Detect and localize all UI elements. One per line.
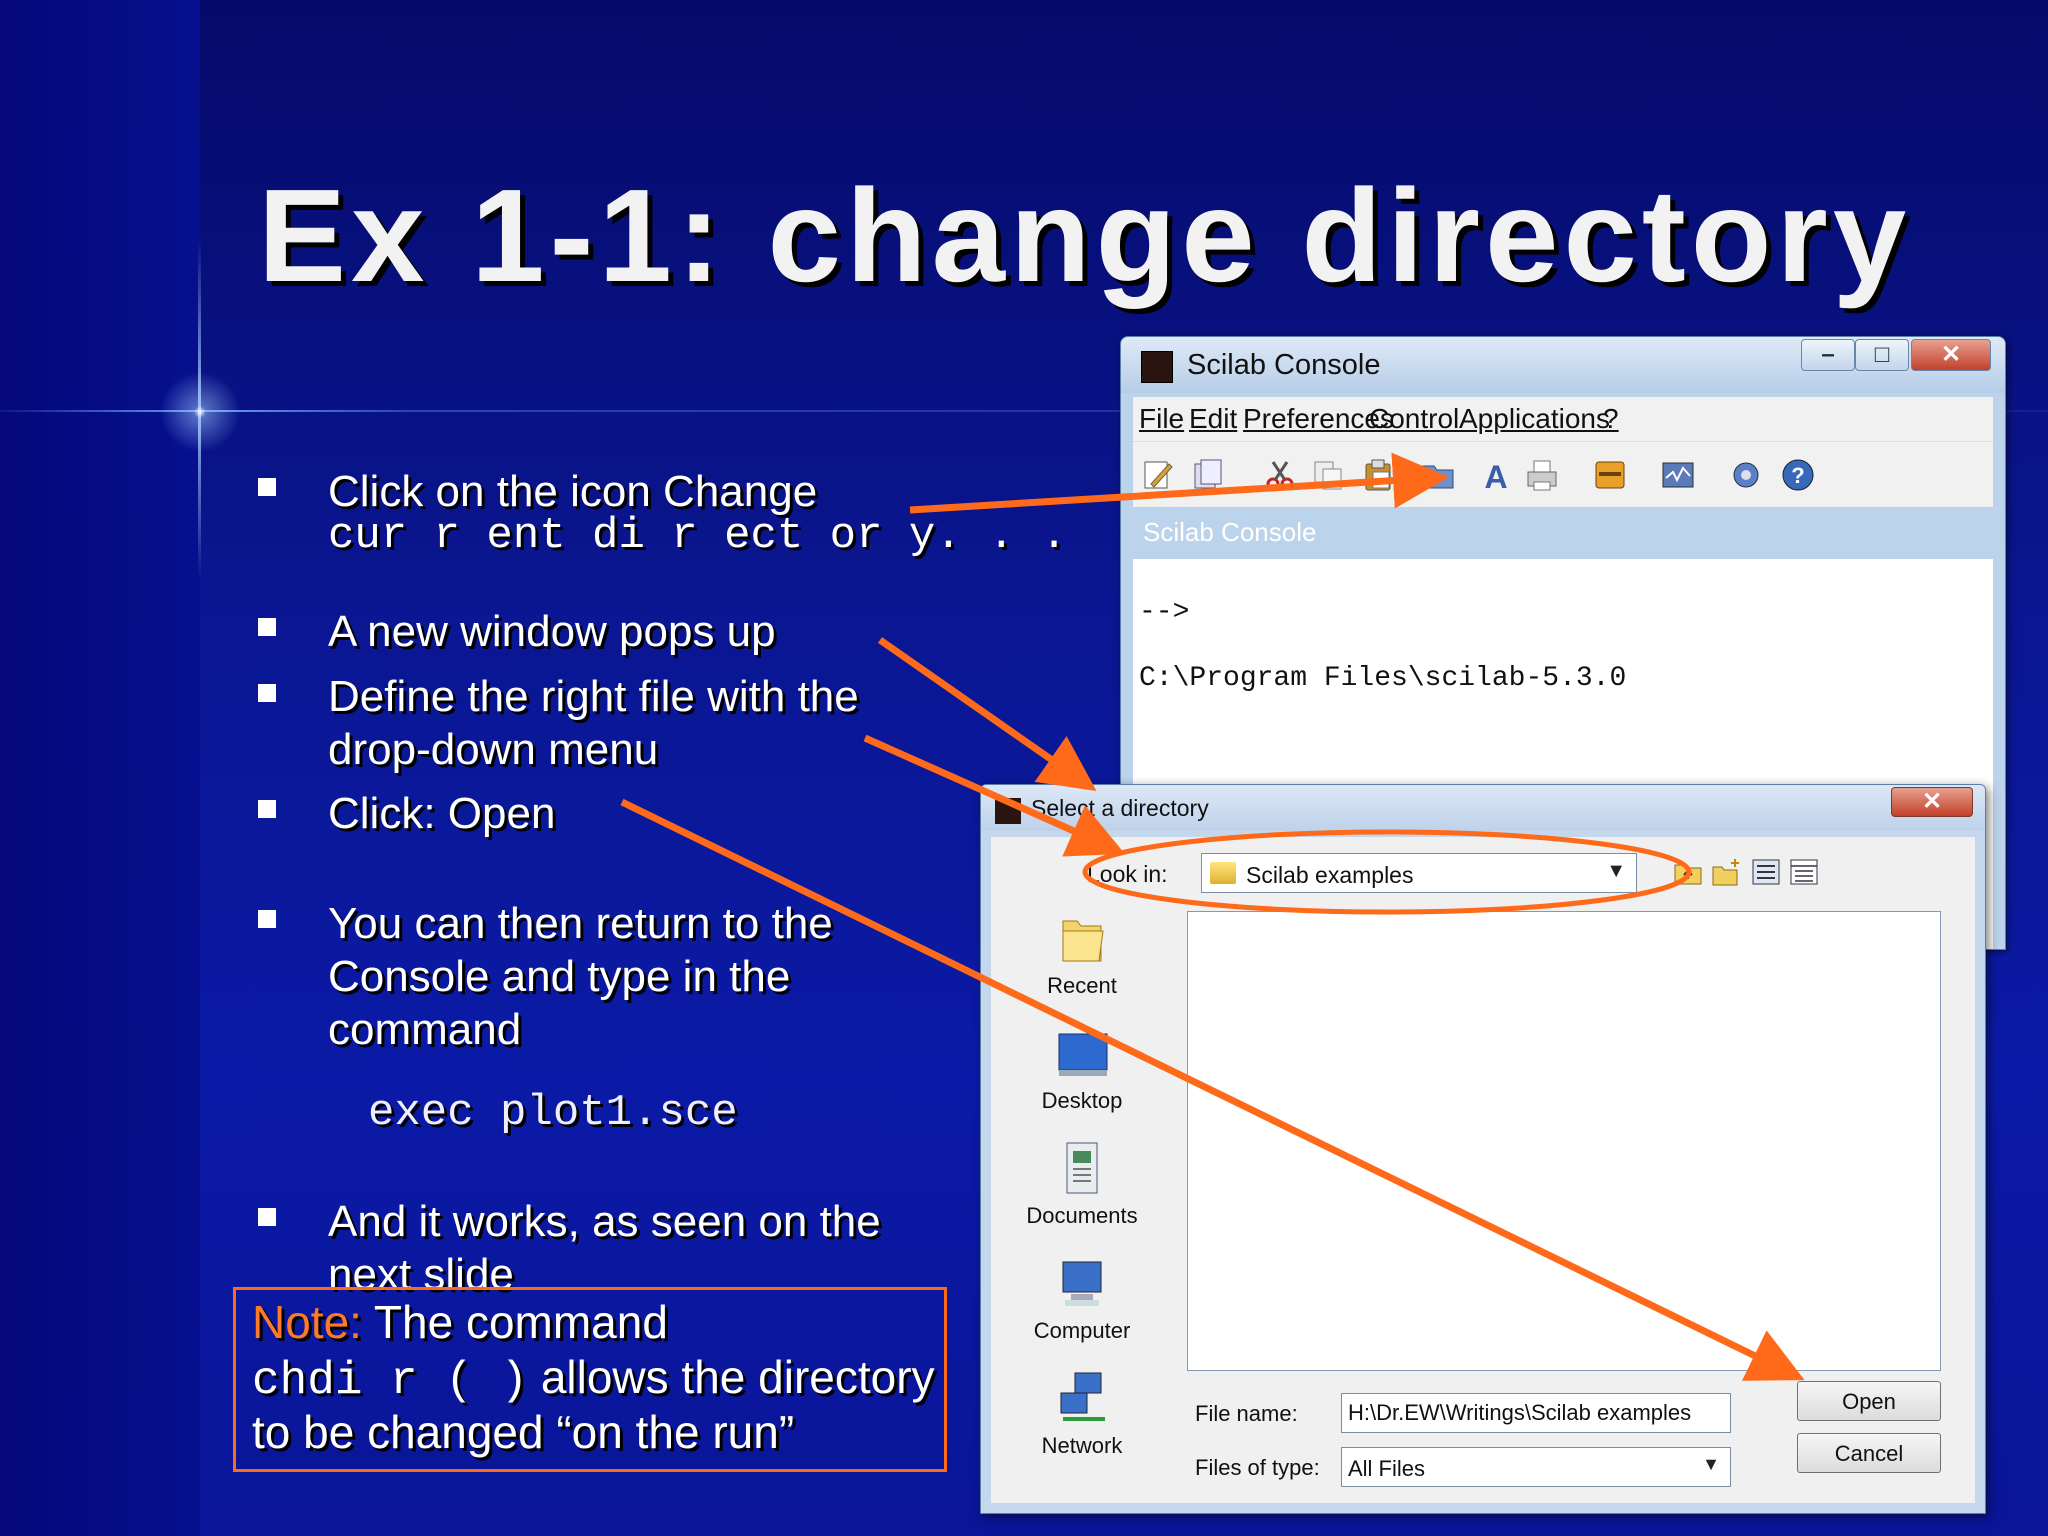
look-in-highlight-ellipse [1082, 829, 1692, 915]
annotation-overlay [620, 452, 1805, 1381]
arrow-to-look-in [863, 734, 1125, 857]
arrow-to-open-button [620, 798, 1805, 1381]
arrow-to-change-directory [909, 452, 1449, 514]
slide: Ex 1-1: change directory Click on the ic… [0, 0, 2048, 1536]
